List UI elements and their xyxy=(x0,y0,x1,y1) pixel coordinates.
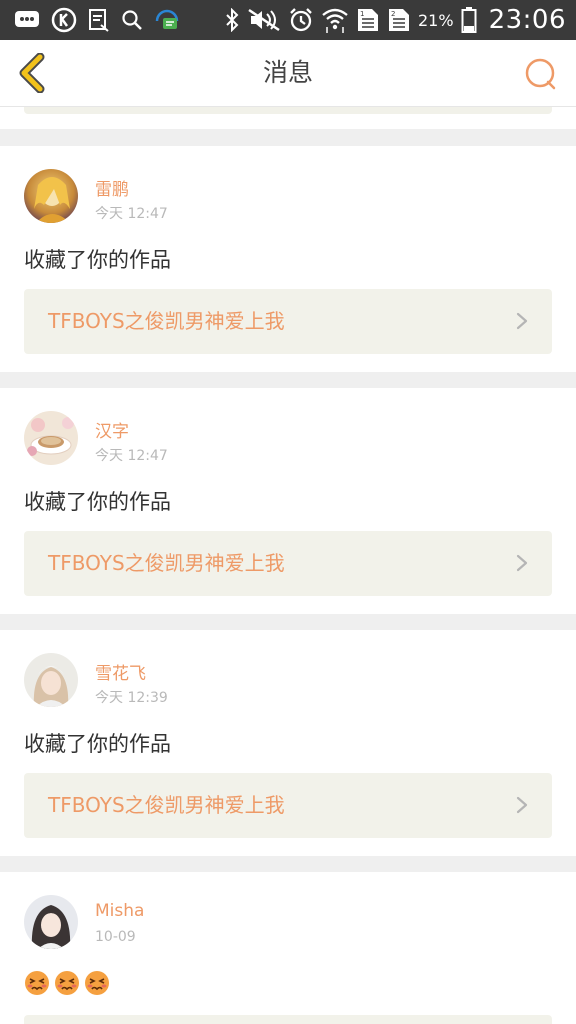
status-icons-right: 1 2 21% 23:06 xyxy=(217,5,566,35)
status-icons-left xyxy=(14,6,191,34)
chevron-right-icon xyxy=(516,312,528,330)
message-feed[interactable]: 雷鹏 今天 12:47 收藏了你的作品 TFBOYS之俊凯男神爱上我 汉字 今天… xyxy=(0,107,576,1024)
chevron-right-icon xyxy=(516,554,528,572)
work-link[interactable]: TFBOYS之俊凯男神爱上我 xyxy=(24,289,552,354)
sim2-icon: 2 xyxy=(387,7,411,33)
user-name[interactable]: 汉字 xyxy=(95,417,129,442)
page-title: 消息 xyxy=(262,58,313,87)
wifi-icon xyxy=(321,7,349,33)
work-link-partial[interactable] xyxy=(24,1015,552,1024)
notification-icon xyxy=(154,7,180,33)
message-card: Misha 10-09 xyxy=(0,872,576,1024)
message-card: 汉字 今天 12:47 收藏了你的作品 TFBOYS之俊凯男神爱上我 xyxy=(0,388,576,614)
user-name[interactable]: 雪花飞 xyxy=(95,659,146,684)
battery-percent: 21% xyxy=(418,10,454,30)
message-text: 收藏了你的作品 xyxy=(24,248,171,272)
chevron-right-icon xyxy=(516,796,528,814)
avatar[interactable] xyxy=(24,895,78,949)
timestamp: 今天 12:39 xyxy=(95,690,168,706)
work-title: TFBOYS之俊凯男神爱上我 xyxy=(48,793,285,817)
message-card: 雷鹏 今天 12:47 收藏了你的作品 TFBOYS之俊凯男神爱上我 xyxy=(0,146,576,372)
avatar[interactable] xyxy=(24,169,78,223)
persevering-face-icon xyxy=(84,970,110,996)
search-icon xyxy=(121,9,143,31)
timestamp: 今天 12:47 xyxy=(95,206,168,222)
clipboard-icon xyxy=(88,8,110,32)
persevering-face-icon xyxy=(24,970,50,996)
battery-icon xyxy=(461,6,477,34)
message-text: 收藏了你的作品 xyxy=(24,732,171,756)
svg-text:2: 2 xyxy=(391,10,395,18)
timestamp: 今天 12:47 xyxy=(95,448,168,464)
work-link[interactable]: TFBOYS之俊凯男神爱上我 xyxy=(24,531,552,596)
message-icon xyxy=(14,10,40,30)
work-title: TFBOYS之俊凯男神爱上我 xyxy=(48,551,285,575)
avatar[interactable] xyxy=(24,411,78,465)
message-text: 收藏了你的作品 xyxy=(24,490,171,514)
previous-work-link-partial[interactable] xyxy=(24,107,552,114)
persevering-face-icon xyxy=(54,970,80,996)
work-link[interactable]: TFBOYS之俊凯男神爱上我 xyxy=(24,773,552,838)
work-title: TFBOYS之俊凯男神爱上我 xyxy=(48,309,285,333)
status-time: 23:06 xyxy=(488,5,566,35)
alarm-icon xyxy=(288,7,314,33)
message-card: 雪花飞 今天 12:39 收藏了你的作品 TFBOYS之俊凯男神爱上我 xyxy=(0,630,576,856)
previous-card-partial xyxy=(0,107,576,129)
user-name[interactable]: 雷鹏 xyxy=(95,175,129,200)
bluetooth-icon xyxy=(224,8,240,32)
app-header: 消息 xyxy=(0,40,576,107)
sim1-icon: 1 xyxy=(356,7,380,33)
avatar[interactable] xyxy=(24,653,78,707)
user-name[interactable]: Misha xyxy=(95,901,144,921)
emoji-message xyxy=(24,970,114,996)
svg-text:1: 1 xyxy=(360,10,364,18)
chat-bubble-icon xyxy=(525,58,556,90)
mute-icon xyxy=(247,8,281,32)
status-bar: 1 2 21% 23:06 xyxy=(0,0,576,40)
timestamp: 10-09 xyxy=(95,929,136,945)
chat-button[interactable] xyxy=(520,54,560,94)
k-app-icon xyxy=(51,7,77,33)
